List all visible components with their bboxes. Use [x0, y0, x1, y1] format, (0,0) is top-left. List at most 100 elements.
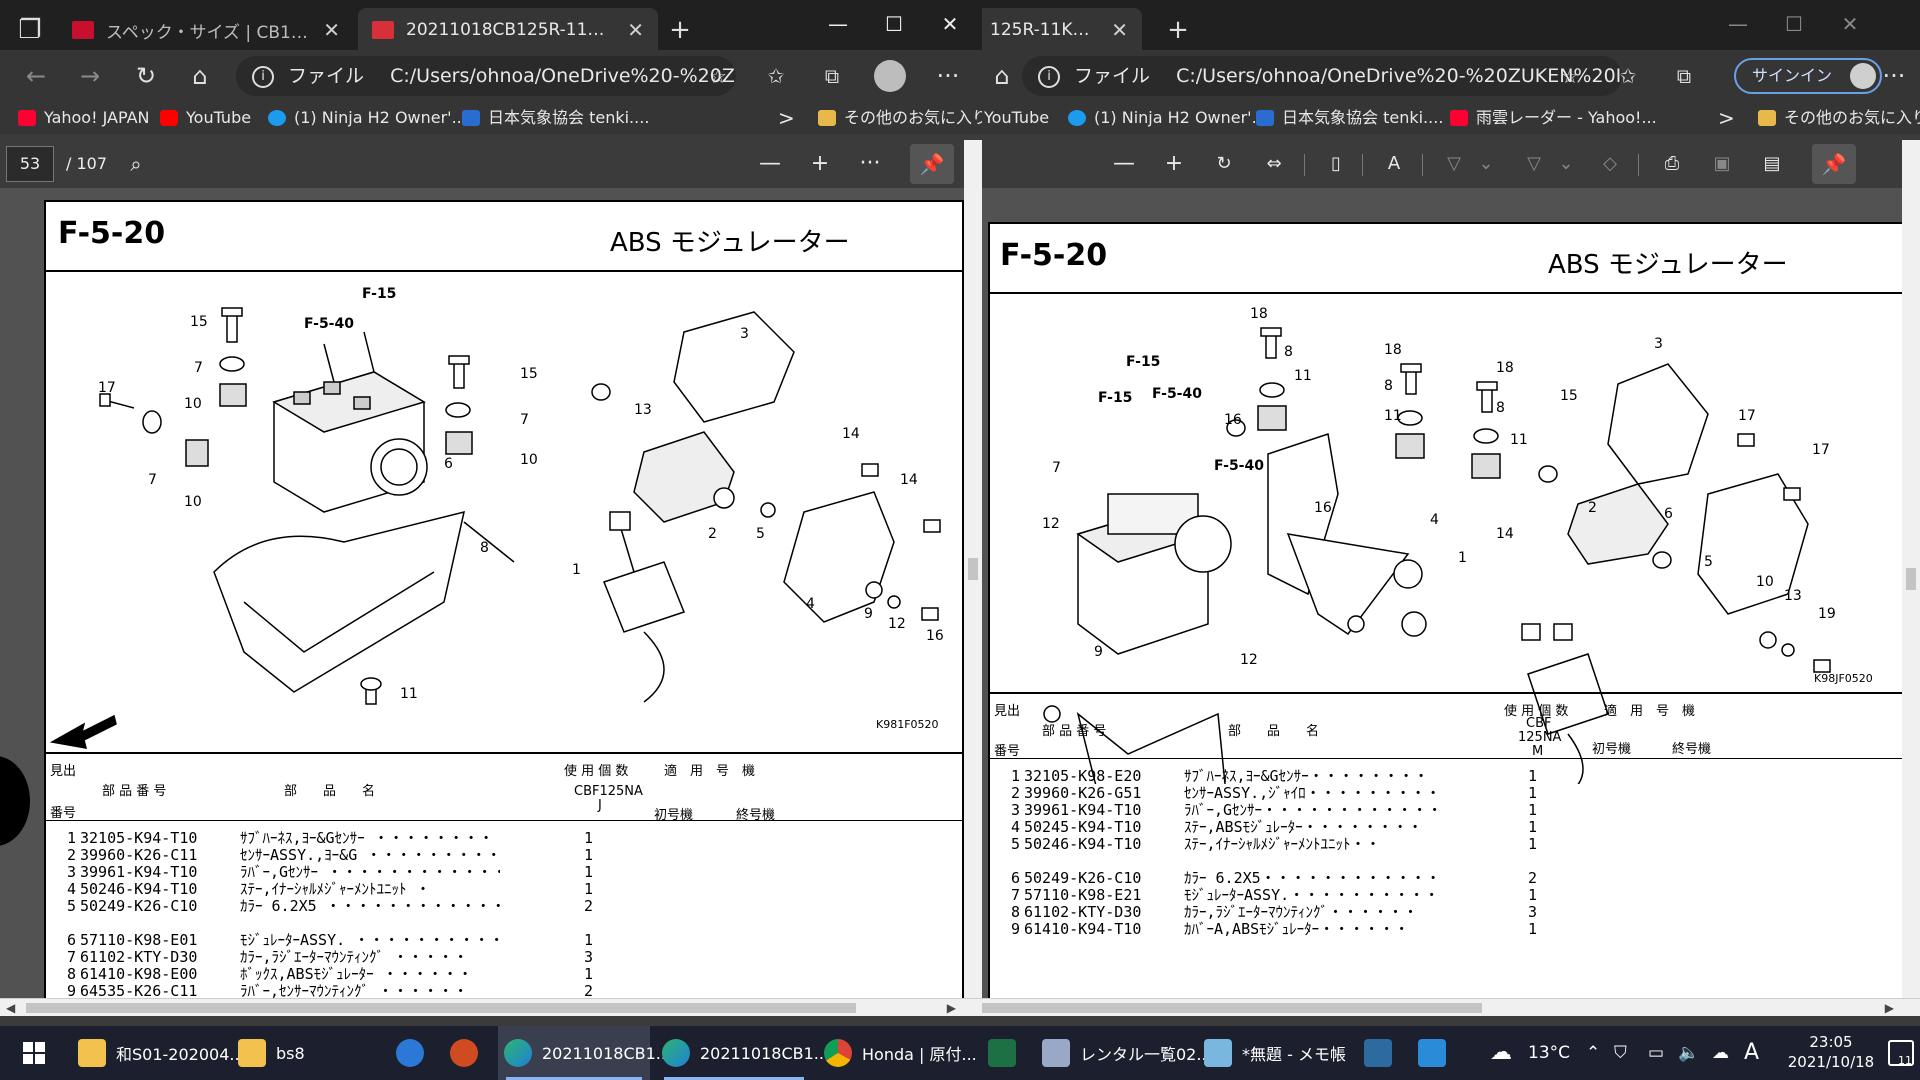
back-arrow-icon[interactable]: ←: [16, 56, 56, 96]
maximize-button[interactable]: ☐: [1766, 6, 1822, 42]
rotate-icon[interactable]: ↻: [1206, 146, 1242, 182]
save-icon[interactable]: ▣: [1704, 146, 1740, 182]
pdf-viewport-left[interactable]: F-5-20 ABS モジュレーター F-15 F-5-40 15 7 10 1…: [0, 188, 982, 1016]
tab-pdf-active[interactable]: 20211018CB125R-11K98J01_mo ✕: [358, 8, 658, 52]
scroll-thumb[interactable]: [1906, 568, 1916, 590]
maximize-button[interactable]: ☐: [866, 6, 922, 42]
weather-temperature[interactable]: 13°C: [1528, 1026, 1570, 1080]
home-icon[interactable]: ⌂: [180, 56, 220, 96]
info-icon[interactable]: i: [252, 65, 274, 88]
collections-icon[interactable]: ⧉: [812, 56, 852, 96]
close-tab-icon[interactable]: ✕: [323, 18, 340, 42]
taskbar-edge-1[interactable]: 20211018CB1...: [498, 1026, 671, 1080]
new-tab-button[interactable]: +: [1158, 10, 1198, 50]
favorite-twitter[interactable]: (1) Ninja H2 Owner'...: [268, 106, 467, 130]
security-icon[interactable]: ⛉: [1614, 1026, 1627, 1080]
close-tab-icon[interactable]: ✕: [627, 18, 644, 42]
minimize-button[interactable]: —: [810, 6, 866, 42]
taskbar-powerpoint[interactable]: [444, 1026, 490, 1080]
collections-icon[interactable]: ⧉: [1664, 56, 1704, 96]
forward-arrow-icon[interactable]: →: [70, 56, 110, 96]
draw-icon[interactable]: ▽: [1436, 146, 1472, 182]
show-hidden-icons-chevron-icon[interactable]: ⌃: [1586, 1026, 1600, 1080]
onedrive-cloud-icon[interactable]: ☁: [1712, 1026, 1729, 1080]
address-bar[interactable]: i ファイル C:/Users/ohnoa/OneDrive%20-%20ZUK…: [1022, 56, 1622, 96]
network-icon[interactable]: ▭: [1648, 1026, 1664, 1080]
favorite-youtube[interactable]: YouTube: [984, 106, 1049, 130]
refresh-icon[interactable]: ↻: [126, 56, 166, 96]
print-icon[interactable]: ⎙: [1654, 146, 1690, 182]
zoom-in-button[interactable]: +: [802, 146, 838, 182]
taskbar-monitor-app[interactable]: [1358, 1026, 1404, 1080]
close-tab-icon[interactable]: ✕: [1111, 18, 1128, 42]
notification-center-icon[interactable]: 11: [1888, 1040, 1914, 1067]
taskbar-arrow-app[interactable]: [1412, 1026, 1458, 1080]
save-as-icon[interactable]: ▤: [1754, 146, 1790, 182]
settings-more-icon[interactable]: ···: [1874, 56, 1914, 96]
zoom-in-icon[interactable]: +: [1156, 146, 1192, 182]
info-icon[interactable]: i: [1038, 65, 1060, 88]
add-favorite-star-icon[interactable]: ☆: [1550, 56, 1590, 96]
close-window-button[interactable]: ✕: [1822, 6, 1878, 42]
highlight-options-chevron-icon[interactable]: ⌄: [1548, 146, 1584, 182]
other-favorites-folder[interactable]: その他のお気に入り: [1758, 106, 1920, 130]
taskbar-edge-2[interactable]: 20211018CB1...: [656, 1026, 829, 1080]
page-view-icon[interactable]: ▯: [1318, 146, 1354, 182]
scroll-thumb[interactable]: [982, 1003, 1482, 1013]
pin-toolbar-icon[interactable]: 📌: [910, 144, 954, 184]
horizontal-scrollbar[interactable]: ▶: [982, 998, 1920, 1016]
start-button[interactable]: [0, 1026, 62, 1080]
ime-indicator[interactable]: A: [1744, 1026, 1759, 1080]
draw-options-chevron-icon[interactable]: ⌄: [1468, 146, 1504, 182]
scroll-right-icon[interactable]: ▶: [947, 999, 956, 1017]
pin-toolbar-icon[interactable]: 📌: [1812, 144, 1856, 184]
search-icon[interactable]: ⌕: [118, 146, 154, 182]
zoom-out-icon[interactable]: —: [1106, 146, 1142, 182]
home-icon[interactable]: ⌂: [982, 56, 1022, 96]
favorites-overflow-chevron-icon[interactable]: >: [778, 106, 795, 130]
favorites-overflow-chevron-icon[interactable]: >: [1718, 106, 1735, 130]
page-number-input[interactable]: 53: [6, 146, 54, 182]
favorite-tenki[interactable]: 日本気象協会 tenki....: [462, 106, 649, 130]
minimize-button[interactable]: —: [1710, 6, 1766, 42]
taskbar-folder-2[interactable]: bs8: [232, 1026, 382, 1080]
scroll-thumb[interactable]: [968, 558, 978, 580]
vertical-scrollbar[interactable]: [964, 140, 982, 1016]
taskbar-rental[interactable]: レンタル一覧02...: [1036, 1026, 1212, 1080]
favorite-tenki[interactable]: 日本気象協会 tenki....: [1256, 106, 1443, 130]
scroll-thumb[interactable]: [26, 1003, 856, 1013]
read-aloud-icon[interactable]: A: [1376, 146, 1412, 182]
address-bar[interactable]: i ファイル C:/Users/ohnoa/OneDrive%20-%20ZUK…: [236, 56, 736, 96]
tab-actions-icon[interactable]: ❐: [10, 10, 50, 50]
sign-in-button[interactable]: サインイン: [1734, 58, 1883, 94]
favorite-twitter[interactable]: (1) Ninja H2 Owner'...: [1068, 106, 1267, 130]
profile-avatar[interactable]: [874, 60, 906, 92]
volume-icon[interactable]: 🔈: [1678, 1026, 1699, 1080]
favorite-youtube[interactable]: YouTube: [160, 106, 251, 130]
favorite-yahoo-japan[interactable]: Yahoo! JAPAN: [18, 106, 150, 130]
horizontal-scrollbar[interactable]: ◀ ▶: [0, 998, 982, 1016]
tab-honda-specs[interactable]: スペック・サイズ | CB125R | Honda ✕: [58, 8, 354, 52]
favorite-amagumo[interactable]: 雨雲レーダー - Yahoo!...: [1450, 106, 1657, 130]
highlight-icon[interactable]: ▽: [1516, 146, 1552, 182]
close-window-button[interactable]: ✕: [922, 6, 978, 42]
taskbar-outlook[interactable]: [390, 1026, 436, 1080]
other-favorites-folder[interactable]: その他のお気に入り: [818, 106, 982, 130]
settings-more-icon[interactable]: ···: [928, 56, 968, 96]
favorites-icon[interactable]: ✩: [756, 56, 796, 96]
fit-width-icon[interactable]: ⇔: [1256, 146, 1292, 182]
pdf-viewport-right[interactable]: F-5-20 ABS モジュレーター 18 8 18 11 18 F-15 8 …: [982, 188, 1920, 1016]
clock[interactable]: 23:05 2021/10/18: [1776, 1032, 1886, 1072]
taskbar-chrome[interactable]: Honda | 原付...: [818, 1026, 977, 1080]
scroll-left-icon[interactable]: ◀: [6, 999, 15, 1017]
taskbar-excel[interactable]: [982, 1026, 1028, 1080]
taskbar-folder-1[interactable]: 和S01-202004...: [72, 1026, 245, 1080]
erase-icon[interactable]: ◇: [1592, 146, 1628, 182]
tab-pdf-active[interactable]: 125R-11K98M01_m ✕: [982, 8, 1142, 52]
favorites-icon[interactable]: ✩: [1608, 56, 1648, 96]
add-favorite-star-icon[interactable]: ☆: [698, 56, 738, 96]
taskbar-notepad[interactable]: *無題 - メモ帳: [1198, 1026, 1352, 1080]
weather-cloud-icon[interactable]: ☁: [1490, 1026, 1512, 1080]
more-tools-button[interactable]: ···: [852, 146, 888, 182]
zoom-out-button[interactable]: —: [752, 146, 788, 182]
